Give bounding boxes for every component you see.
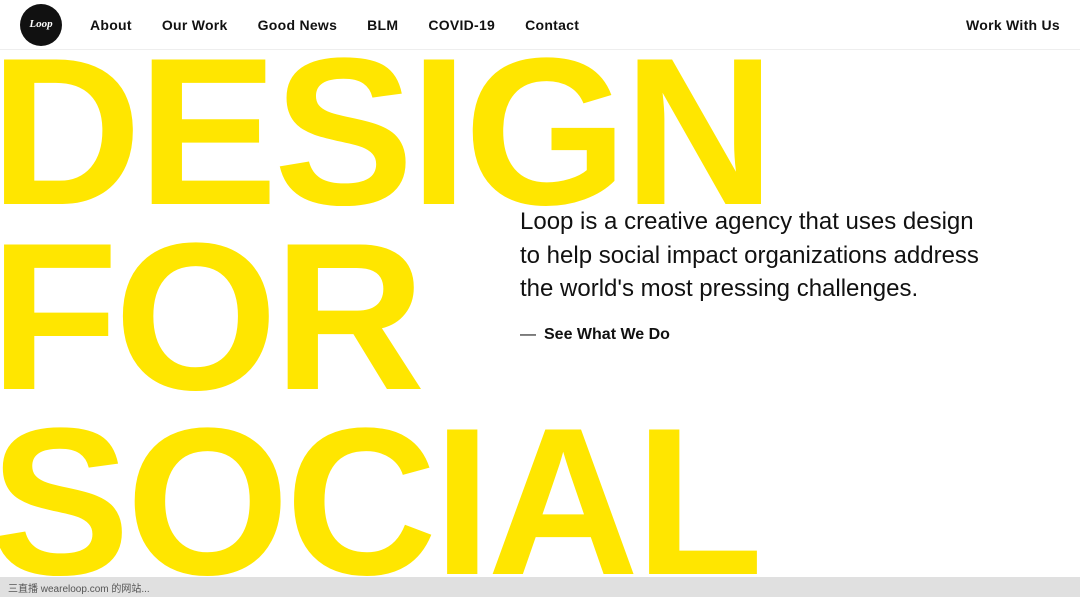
description-panel: Loop is a creative agency that uses desi… [520,205,1000,344]
nav-our-work[interactable]: Our Work [162,17,228,33]
logo[interactable]: Loop [20,4,62,46]
nav-blm[interactable]: BLM [367,17,398,33]
logo-text: Loop [29,19,52,30]
cta-label: See What We Do [544,326,670,344]
description-text: Loop is a creative agency that uses desi… [520,205,1000,306]
nav-about[interactable]: About [90,17,132,33]
see-what-link[interactable]: — See What We Do [520,326,1000,344]
nav-contact[interactable]: Contact [525,17,579,33]
cta-dash: — [520,326,536,344]
status-bar-text: 三直播 weareloop.com 的网站... [8,580,150,595]
nav-work-with-us[interactable]: Work With Us [966,17,1060,33]
nav-links: About Our Work Good News BLM COVID-19 Co… [90,17,966,33]
hero-line-social: SOCIAL [0,410,1080,595]
navbar: Loop About Our Work Good News BLM COVID-… [0,0,1080,50]
nav-good-news[interactable]: Good News [258,17,338,33]
hero-section: DESIGN FOR SOCIAL Loop is a creative age… [0,50,1080,597]
status-bar: 三直播 weareloop.com 的网站... [0,577,1080,597]
nav-covid[interactable]: COVID-19 [428,17,495,33]
